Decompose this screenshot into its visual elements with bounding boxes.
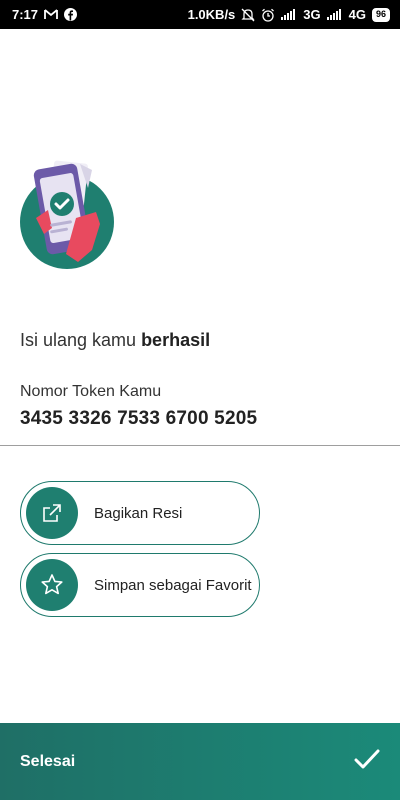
network-4g: 4G [348,7,366,22]
network-3g: 3G [303,7,321,22]
save-favorite-button[interactable]: Simpan sebagai Favorit [20,553,260,617]
share-receipt-button[interactable]: Bagikan Resi [20,481,260,545]
status-bar-left: 7:17 [12,7,78,22]
mute-icon [241,8,255,22]
battery-icon: 96 [371,7,390,22]
status-bar: 7:17 1.0KB/s 3G 4G 96 [0,0,400,29]
share-receipt-label: Bagikan Resi [94,504,183,522]
check-icon [354,748,380,775]
network-speed: 1.0KB/s [187,7,236,22]
divider [0,445,400,446]
share-icon [26,487,78,539]
done-label: Selesai [20,752,76,770]
signal-icon [326,9,343,20]
success-message-prefix: Isi ulang kamu [20,330,142,350]
status-time: 7:17 [12,7,39,22]
done-button[interactable]: Selesai [0,723,400,800]
facebook-icon [64,8,78,21]
success-message-bold: berhasil [141,330,211,350]
alarm-icon [261,8,275,22]
signal-icon [281,9,297,20]
star-icon [26,559,78,611]
save-favorite-label: Simpan sebagai Favorit [94,576,252,594]
token-label: Nomor Token Kamu [20,383,162,400]
status-bar-right: 1.0KB/s 3G 4G 96 [188,7,390,22]
success-message: Isi ulang kamu berhasil [20,330,210,351]
gmail-icon [44,9,58,20]
success-illustration [18,158,118,272]
token-number: 3435 3326 7533 6700 5205 [20,408,258,429]
